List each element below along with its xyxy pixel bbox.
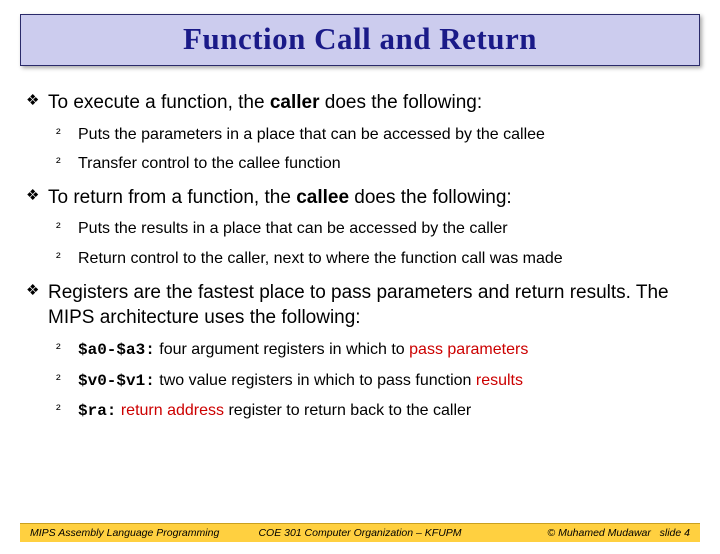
diamond-bullet-icon: ❖ bbox=[26, 91, 39, 111]
code-text: $a0-$a3: bbox=[78, 341, 155, 359]
footer-left: MIPS Assembly Language Programming bbox=[30, 527, 250, 539]
text: Transfer control to the callee function bbox=[78, 155, 341, 172]
diamond-bullet-icon: ❖ bbox=[26, 281, 39, 301]
sub-bullet-icon: ² bbox=[56, 370, 61, 389]
sub-bullet-icon: ² bbox=[56, 339, 61, 358]
text: does the following: bbox=[349, 187, 512, 208]
sub-bullet-icon: ² bbox=[56, 248, 61, 267]
bold-word: caller bbox=[270, 92, 320, 113]
text: Return control to the caller, next to wh… bbox=[78, 250, 563, 267]
code-text: $ra: bbox=[78, 402, 116, 420]
sub-point: ² Transfer control to the callee functio… bbox=[26, 153, 694, 175]
sub-point: ² Return control to the caller, next to … bbox=[26, 248, 694, 270]
point-callee: ❖ To return from a function, the callee … bbox=[26, 185, 694, 211]
footer-bar: MIPS Assembly Language Programming COE 3… bbox=[20, 523, 700, 542]
text: To execute a function, the bbox=[48, 92, 270, 113]
sub-point-args: ² $a0-$a3: four argument registers in wh… bbox=[26, 339, 694, 362]
sub-point: ² Puts the results in a place that can b… bbox=[26, 218, 694, 240]
sub-bullet-icon: ² bbox=[56, 218, 61, 237]
text: To return from a function, the bbox=[48, 187, 296, 208]
slide: Function Call and Return ❖ To execute a … bbox=[0, 14, 720, 554]
text: two value registers in which to pass fun… bbox=[155, 372, 476, 389]
sub-bullet-icon: ² bbox=[56, 124, 61, 143]
text: Puts the results in a place that can be … bbox=[78, 220, 508, 237]
sub-point: ² Puts the parameters in a place that ca… bbox=[26, 124, 694, 146]
slide-title: Function Call and Return bbox=[21, 21, 699, 57]
highlight-text: results bbox=[476, 372, 523, 389]
sub-bullet-icon: ² bbox=[56, 400, 61, 419]
text: Registers are the fastest place to pass … bbox=[48, 282, 669, 329]
highlight-text: pass parameters bbox=[409, 341, 528, 358]
footer-center: COE 301 Computer Organization – KFUPM bbox=[250, 527, 470, 539]
sub-point-ra: ² $ra: return address register to return… bbox=[26, 400, 694, 423]
sub-point-vals: ² $v0-$v1: two value registers in which … bbox=[26, 370, 694, 393]
text: register to return back to the caller bbox=[224, 402, 471, 419]
footer-slide-number: slide 4 bbox=[660, 527, 690, 539]
point-caller: ❖ To execute a function, the caller does… bbox=[26, 90, 694, 116]
title-bar: Function Call and Return bbox=[20, 14, 700, 66]
bold-word: callee bbox=[296, 187, 349, 208]
footer-author: © Muhamed Mudawar bbox=[547, 527, 650, 539]
footer: MIPS Assembly Language Programming COE 3… bbox=[0, 523, 720, 542]
diamond-bullet-icon: ❖ bbox=[26, 186, 39, 206]
content-area: ❖ To execute a function, the caller does… bbox=[0, 66, 720, 423]
code-text: $v0-$v1: bbox=[78, 372, 155, 390]
sub-bullet-icon: ² bbox=[56, 153, 61, 172]
text: four argument registers in which to bbox=[155, 341, 409, 358]
highlight-text: return address bbox=[116, 402, 224, 419]
text: does the following: bbox=[319, 92, 482, 113]
point-registers: ❖ Registers are the fastest place to pas… bbox=[26, 280, 694, 331]
footer-right: © Muhamed Mudawar slide 4 bbox=[470, 527, 690, 539]
text: Puts the parameters in a place that can … bbox=[78, 126, 545, 143]
